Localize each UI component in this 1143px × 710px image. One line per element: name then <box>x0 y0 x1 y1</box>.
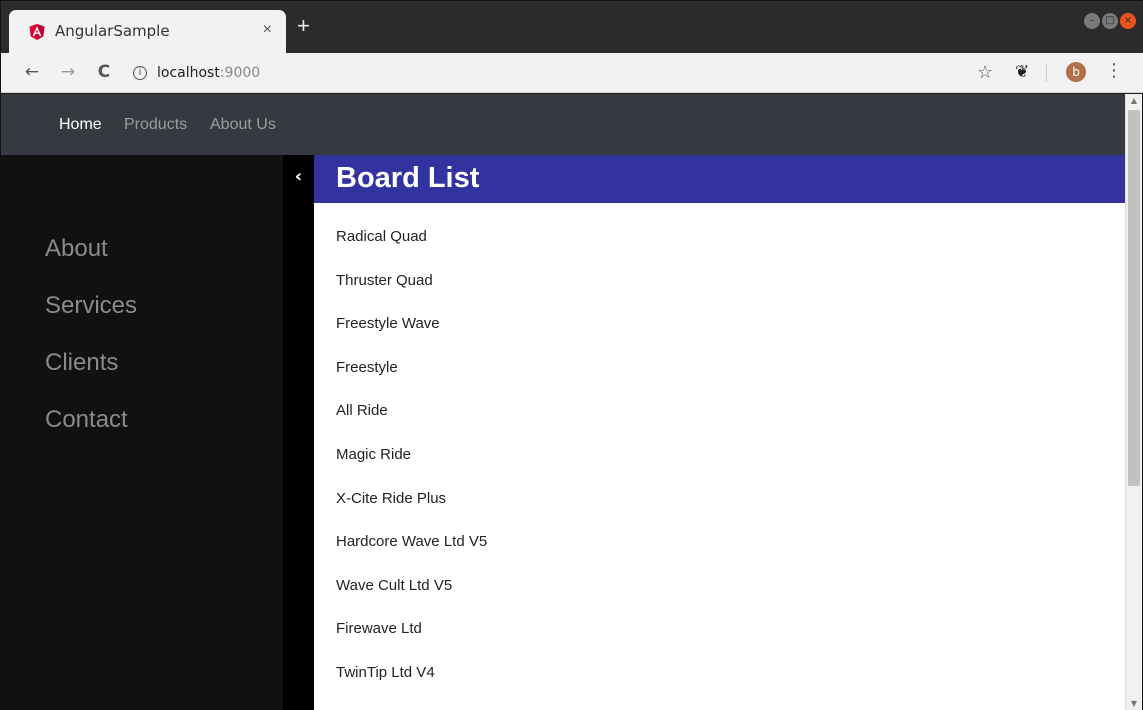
list-item[interactable]: Magic Ride <box>336 421 1096 465</box>
list-item[interactable]: TwinTip Ltd V4 <box>336 639 1096 683</box>
vertical-scrollbar[interactable]: ▲ ▼ <box>1125 94 1142 710</box>
browser-menu-icon[interactable]: ⋮ <box>1105 60 1123 81</box>
angular-logo-icon <box>29 24 45 40</box>
reload-button[interactable]: C <box>93 61 115 83</box>
scroll-up-icon[interactable]: ▲ <box>1126 94 1142 108</box>
list-item[interactable]: Radical Quad <box>336 203 1096 247</box>
address-bar[interactable]: i localhost:9000 <box>133 61 260 85</box>
forward-button[interactable]: → <box>57 61 79 83</box>
sidenav-item-services[interactable]: Services <box>45 292 137 320</box>
list-item[interactable]: All Ride <box>336 377 1096 421</box>
profile-avatar[interactable]: b <box>1066 62 1086 82</box>
chevron-left-icon[interactable]: ‹ <box>283 165 314 189</box>
minimize-icon: – <box>1089 15 1095 26</box>
bookmark-star-icon[interactable]: ☆ <box>977 62 993 83</box>
maximize-button[interactable]: □ <box>1102 13 1118 29</box>
page-viewport: Home Products About Us About Services Cl… <box>1 94 1125 710</box>
top-navbar: Home Products About Us <box>1 94 1125 155</box>
tab-title: AngularSample <box>55 22 170 40</box>
close-tab-icon[interactable]: × <box>263 21 272 39</box>
toolbar-divider <box>1046 64 1047 82</box>
sidenav-item-clients[interactable]: Clients <box>45 349 118 377</box>
sidenav-item-about[interactable]: About <box>45 235 108 263</box>
list-item[interactable]: Thruster Quad <box>336 247 1096 291</box>
board-list: Radical Quad Thruster Quad Freestyle Wav… <box>336 203 1096 683</box>
side-nav: About Services Clients Contact <box>1 155 283 710</box>
back-button[interactable]: ← <box>21 61 43 83</box>
list-item[interactable]: Freestyle Wave <box>336 290 1096 334</box>
list-item[interactable]: Freestyle <box>336 334 1096 378</box>
tab-strip: AngularSample × + – □ × <box>1 1 1143 53</box>
nav-link-about-us[interactable]: About Us <box>210 116 276 134</box>
page-title: Board List <box>336 162 480 194</box>
list-item[interactable]: X-Cite Ride Plus <box>336 465 1096 509</box>
sidenav-item-contact[interactable]: Contact <box>45 406 128 434</box>
window-controls: – □ × <box>1084 13 1136 29</box>
url-port: :9000 <box>219 65 261 81</box>
scroll-down-icon[interactable]: ▼ <box>1126 697 1142 710</box>
browser-window: AngularSample × + – □ × ← → C i localhos… <box>0 0 1143 710</box>
nav-link-products[interactable]: Products <box>124 116 187 134</box>
tab-angularsample[interactable]: AngularSample × <box>9 10 286 53</box>
info-icon[interactable]: i <box>133 66 147 80</box>
browser-toolbar: ← → C i localhost:9000 ☆ ❦ b ⋮ <box>1 53 1143 93</box>
url-host: localhost <box>157 65 220 81</box>
extension-icon[interactable]: ❦ <box>1015 62 1029 82</box>
board-list-header: Board List <box>314 155 1125 203</box>
nav-link-home[interactable]: Home <box>59 116 102 134</box>
new-tab-button[interactable]: + <box>297 15 310 37</box>
close-window-button[interactable]: × <box>1120 13 1136 29</box>
list-item[interactable]: Hardcore Wave Ltd V5 <box>336 508 1096 552</box>
url-text: localhost:9000 <box>157 65 260 81</box>
scrollbar-thumb[interactable] <box>1128 110 1140 486</box>
close-icon: × <box>1123 15 1133 26</box>
maximize-icon: □ <box>1105 15 1115 26</box>
sidenav-toggle-strip: ‹ <box>283 155 314 710</box>
list-item[interactable]: Wave Cult Ltd V5 <box>336 552 1096 596</box>
minimize-button[interactable]: – <box>1084 13 1100 29</box>
list-item[interactable]: Firewave Ltd <box>336 595 1096 639</box>
